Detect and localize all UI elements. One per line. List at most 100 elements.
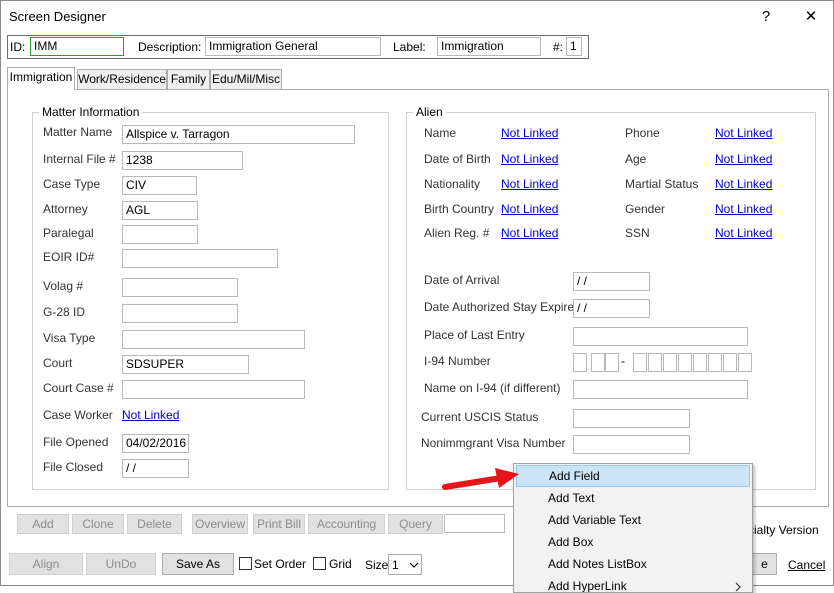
description-field[interactable]: Immigration General bbox=[205, 37, 381, 56]
volag-label: Volag # bbox=[43, 279, 84, 293]
menu-item-add-box[interactable]: Add Box bbox=[516, 531, 750, 553]
overview-button[interactable]: Overview bbox=[192, 514, 248, 534]
date-of-birth-link[interactable]: Not Linked bbox=[501, 152, 558, 166]
i94-name-label: Name on I-94 (if different) bbox=[424, 381, 561, 395]
gender-link[interactable]: Not Linked bbox=[715, 202, 772, 216]
volag-field[interactable] bbox=[122, 278, 238, 297]
number-label: #: bbox=[553, 40, 564, 54]
accounting-button[interactable]: Accounting bbox=[308, 514, 385, 534]
i94-number-field[interactable]: - bbox=[573, 353, 753, 372]
align-button[interactable]: Align bbox=[9, 553, 83, 575]
case-worker-link[interactable]: Not Linked bbox=[122, 408, 179, 422]
last-entry-field[interactable] bbox=[573, 327, 748, 346]
alien-group-title: Alien bbox=[413, 105, 446, 119]
court-label: Court bbox=[43, 356, 73, 370]
eoir-id-field[interactable] bbox=[122, 249, 278, 268]
title-bar: Screen Designer ? ✕ bbox=[1, 1, 833, 33]
grid-label: Grid bbox=[329, 557, 352, 571]
query-button[interactable]: Query bbox=[388, 514, 443, 534]
grid-checkbox[interactable] bbox=[313, 557, 326, 570]
visa-type-field[interactable] bbox=[122, 330, 305, 349]
nationality-link[interactable]: Not Linked bbox=[501, 177, 558, 191]
visa-number-field[interactable] bbox=[573, 435, 690, 454]
print-bill-button[interactable]: Print Bill bbox=[253, 514, 305, 534]
cancel-button[interactable]: Cancel bbox=[788, 558, 825, 572]
attorney-label: Attorney bbox=[43, 202, 88, 216]
size-select[interactable]: 1 bbox=[388, 554, 422, 575]
i94-digit[interactable] bbox=[633, 353, 647, 372]
ok-button[interactable]: e bbox=[753, 553, 777, 575]
chevron-down-icon bbox=[409, 562, 419, 568]
uscis-status-field[interactable] bbox=[573, 409, 690, 428]
last-entry-label: Place of Last Entry bbox=[424, 328, 525, 342]
close-button[interactable]: ✕ bbox=[796, 5, 826, 29]
case-type-field[interactable]: CIV bbox=[122, 176, 197, 195]
attorney-field[interactable]: AGL bbox=[122, 201, 198, 220]
i94-digit[interactable] bbox=[648, 353, 662, 372]
header-fields: ID: IMM Description: Immigration General… bbox=[7, 35, 589, 59]
save-as-button[interactable]: Save As bbox=[162, 553, 234, 575]
menu-item-add-hyperlink[interactable]: Add HyperLink bbox=[516, 575, 750, 592]
ssn-link[interactable]: Not Linked bbox=[715, 226, 772, 240]
court-case-label: Court Case # bbox=[43, 381, 114, 395]
i94-digit[interactable] bbox=[693, 353, 707, 372]
file-opened-field[interactable]: 04/02/2016 bbox=[122, 434, 189, 453]
window-title: Screen Designer bbox=[9, 9, 106, 24]
query-field[interactable] bbox=[444, 514, 505, 533]
marital-status-link[interactable]: Not Linked bbox=[715, 177, 772, 191]
matter-name-field[interactable]: Allspice v. Tarragon bbox=[122, 125, 355, 144]
court-field[interactable]: SDSUPER bbox=[122, 355, 249, 374]
i94-digit[interactable] bbox=[738, 353, 752, 372]
screen-designer-window: Screen Designer ? ✕ ID: IMM Description:… bbox=[0, 0, 834, 593]
g28-id-label: G-28 ID bbox=[43, 305, 86, 319]
i94-digit[interactable] bbox=[605, 353, 619, 372]
age-link[interactable]: Not Linked bbox=[715, 152, 772, 166]
i94-digit[interactable] bbox=[678, 353, 692, 372]
i94-digit[interactable] bbox=[573, 353, 587, 372]
tab-edu-mil-misc[interactable]: Edu/Mil/Misc bbox=[210, 69, 282, 89]
date-of-birth-label: Date of Birth bbox=[424, 152, 491, 166]
i94-digit[interactable] bbox=[663, 353, 677, 372]
alien-reg-link[interactable]: Not Linked bbox=[501, 226, 558, 240]
menu-item-add-field[interactable]: Add Field bbox=[516, 465, 750, 487]
i94-digit[interactable] bbox=[723, 353, 737, 372]
date-of-arrival-label: Date of Arrival bbox=[424, 273, 500, 287]
date-of-arrival-field[interactable]: / / bbox=[573, 272, 650, 291]
phone-label: Phone bbox=[625, 126, 660, 140]
visa-number-label: Nonimmgrant Visa Number bbox=[421, 436, 566, 450]
authorized-stay-field[interactable]: / / bbox=[573, 299, 650, 318]
menu-item-add-notes-listbox[interactable]: Add Notes ListBox bbox=[516, 553, 750, 575]
file-closed-field[interactable]: / / bbox=[122, 459, 189, 478]
number-field[interactable]: 1 bbox=[566, 37, 582, 56]
help-button[interactable]: ? bbox=[751, 5, 781, 29]
i94-dash: - bbox=[621, 354, 625, 368]
internal-file-field[interactable]: 1238 bbox=[122, 151, 243, 170]
clone-button[interactable]: Clone bbox=[72, 514, 124, 534]
alien-name-link[interactable]: Not Linked bbox=[501, 126, 558, 140]
set-order-checkbox[interactable] bbox=[239, 557, 252, 570]
paralegal-field[interactable] bbox=[122, 225, 198, 244]
menu-item-add-text[interactable]: Add Text bbox=[516, 487, 750, 509]
alien-name-label: Name bbox=[424, 126, 457, 140]
add-button[interactable]: Add bbox=[17, 514, 69, 534]
authorized-stay-label: Date Authorized Stay Expires bbox=[424, 300, 581, 314]
internal-file-label: Internal File # bbox=[43, 152, 116, 166]
court-case-field[interactable] bbox=[122, 380, 305, 399]
i94-digit[interactable] bbox=[591, 353, 605, 372]
menu-item-add-variable-text[interactable]: Add Variable Text bbox=[516, 509, 750, 531]
g28-id-field[interactable] bbox=[122, 304, 238, 323]
id-field[interactable]: IMM bbox=[30, 37, 124, 56]
gender-label: Gender bbox=[625, 202, 666, 216]
size-value: 1 bbox=[392, 558, 399, 572]
tab-family[interactable]: Family bbox=[167, 69, 210, 89]
tab-immigration[interactable]: Immigration bbox=[7, 67, 75, 90]
delete-button[interactable]: Delete bbox=[127, 514, 182, 534]
birth-country-link[interactable]: Not Linked bbox=[501, 202, 558, 216]
phone-link[interactable]: Not Linked bbox=[715, 126, 772, 140]
i94-name-field[interactable] bbox=[573, 380, 748, 399]
tab-work-residence[interactable]: Work/Residence bbox=[77, 69, 167, 89]
marital-status-label: Martial Status bbox=[625, 177, 699, 191]
undo-button[interactable]: UnDo bbox=[86, 553, 156, 575]
i94-digit[interactable] bbox=[708, 353, 722, 372]
label-field[interactable]: Immigration bbox=[437, 37, 541, 56]
